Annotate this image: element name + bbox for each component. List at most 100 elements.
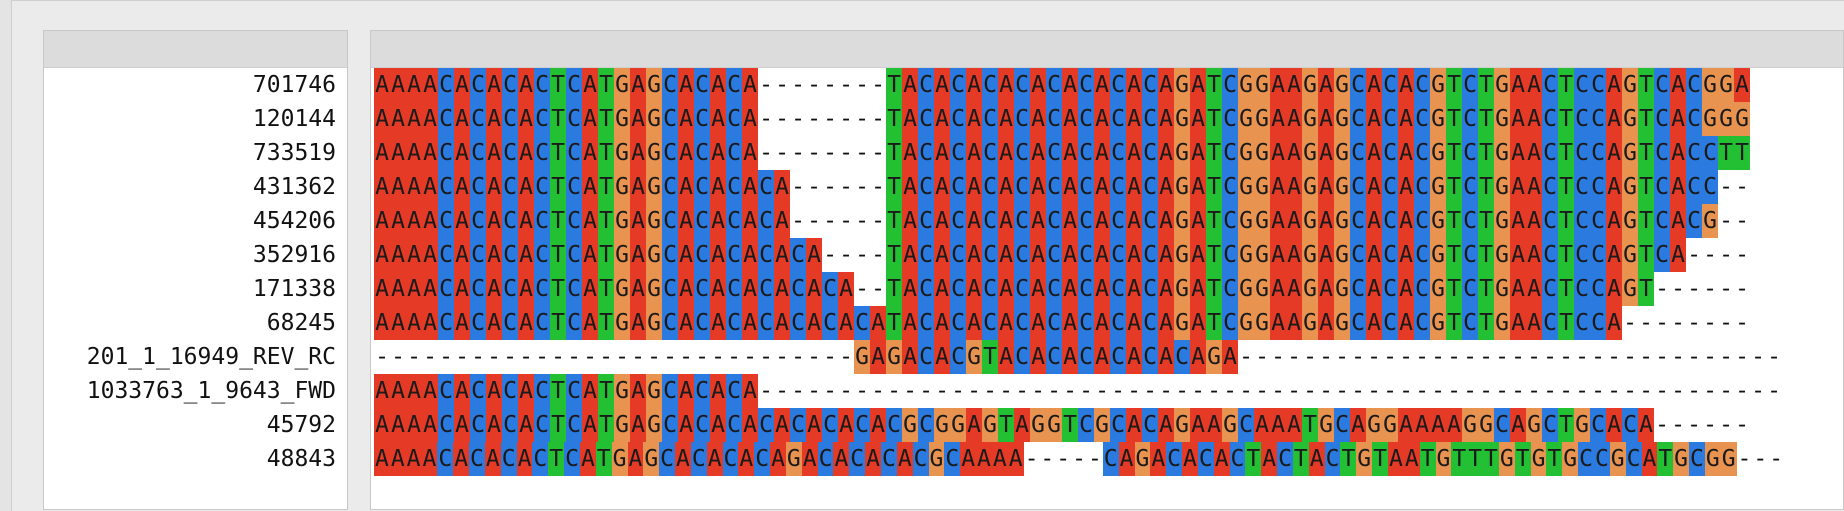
residue-cell: T <box>550 136 566 170</box>
sequence-name[interactable]: 431362 <box>44 170 347 204</box>
residue-cell: T <box>886 102 902 136</box>
gap-cell: - <box>1671 378 1685 404</box>
gap-cell: - <box>887 378 901 404</box>
residue-cell: T <box>1478 306 1494 340</box>
sequence-name[interactable]: 1033763_1_9643_FWD <box>44 374 347 408</box>
gap-cell: - <box>807 106 821 132</box>
gap-cell: - <box>775 106 789 132</box>
residue-cell: T <box>886 272 902 306</box>
residue-cell: C <box>438 68 454 102</box>
alignment-row: AAAACACACACTCATGAGCACACACA------TACACACA… <box>374 204 1784 238</box>
gap-cell: - <box>1655 344 1669 370</box>
alignment-rows[interactable]: AAAACACACACTCATGAGCACACA--------TACACACA… <box>374 68 1784 476</box>
sequence-name[interactable]: 454206 <box>44 204 347 238</box>
residue-cell: C <box>470 136 486 170</box>
gap-cell: - <box>1495 378 1509 404</box>
residue-cell: G <box>1302 68 1318 102</box>
sequence-name[interactable]: 733519 <box>44 136 347 170</box>
gap-cell: - <box>1687 310 1701 336</box>
residue-cell: C <box>662 170 678 204</box>
residue-cell: T <box>1206 204 1222 238</box>
residue-cell: G <box>1622 204 1638 238</box>
residue-cell: A <box>966 408 982 442</box>
residue-cell: G <box>1673 442 1690 476</box>
sequence-name[interactable]: 352916 <box>44 238 347 272</box>
residue-cell: C <box>1414 272 1430 306</box>
residue-cell: A <box>1670 102 1686 136</box>
residue-cell: A <box>998 102 1014 136</box>
residue-cell: C <box>1324 442 1341 476</box>
gap-cell: - <box>1415 378 1429 404</box>
residue-cell: C <box>470 238 486 272</box>
sequence-name[interactable]: 120144 <box>44 102 347 136</box>
residue-cell: C <box>502 204 518 238</box>
residue-cell: A <box>678 238 694 272</box>
gap-cell: - <box>1447 378 1461 404</box>
residue-cell: A <box>902 68 918 102</box>
gap-cell: - <box>823 378 837 404</box>
alignment-row: AAAACACACACTCATGAGCACACACACACACACGCGGAGT… <box>374 408 1784 442</box>
residue-cell: C <box>1542 204 1558 238</box>
residue-cell: A <box>774 170 790 204</box>
residue-cell: G <box>1174 272 1190 306</box>
residue-cell: C <box>1590 204 1606 238</box>
gap-cell: - <box>1591 344 1605 370</box>
residue-cell: C <box>438 272 454 306</box>
sequence-name[interactable]: 48843 <box>44 442 347 476</box>
residue-cell: T <box>1546 442 1563 476</box>
residue-cell: A <box>374 374 390 408</box>
residue-cell: G <box>1254 306 1270 340</box>
residue-cell: C <box>1014 306 1030 340</box>
gap-cell: - <box>871 72 885 98</box>
residue-cell: C <box>534 68 550 102</box>
gap-cell: - <box>1127 378 1141 404</box>
sequence-name[interactable]: 45792 <box>44 408 347 442</box>
residue-cell: C <box>500 442 517 476</box>
residue-cell: G <box>1254 136 1270 170</box>
gap-cell: - <box>791 106 805 132</box>
residue-cell: A <box>406 102 422 136</box>
residue-cell: C <box>758 272 774 306</box>
residue-cell: C <box>1542 170 1558 204</box>
residue-cell: A <box>1366 306 1382 340</box>
gap-cell: - <box>1719 310 1733 336</box>
residue-cell: T <box>1718 136 1734 170</box>
residue-cell: C <box>1110 204 1126 238</box>
residue-cell: C <box>438 204 454 238</box>
residue-cell: T <box>1478 136 1494 170</box>
residue-cell: C <box>694 272 710 306</box>
residue-cell: C <box>1654 204 1670 238</box>
alignment-panel[interactable]: AAAACACACACTCATGAGCACACA--------TACACACA… <box>370 30 1844 510</box>
residue-cell: C <box>758 408 774 442</box>
gap-cell: - <box>1431 344 1445 370</box>
gap-cell: - <box>1079 378 1093 404</box>
residue-cell: A <box>966 272 982 306</box>
residue-cell: A <box>1158 170 1174 204</box>
residue-cell: T <box>550 238 566 272</box>
gap-cell: - <box>567 344 581 370</box>
residue-cell: G <box>1366 408 1382 442</box>
residue-cell: A <box>742 204 758 238</box>
residue-cell: A <box>710 272 726 306</box>
residue-cell: T <box>886 238 902 272</box>
residue-cell: A <box>390 102 406 136</box>
residue-cell: A <box>1158 238 1174 272</box>
residue-cell: A <box>406 68 422 102</box>
gap-cell: - <box>1351 344 1365 370</box>
residue-cell: A <box>1318 204 1334 238</box>
sequence-name[interactable]: 201_1_16949_REV_RC <box>44 340 347 374</box>
residue-cell: A <box>742 68 758 102</box>
gap-cell: - <box>1367 344 1381 370</box>
residue-cell: G <box>1254 102 1270 136</box>
residue-cell: A <box>582 170 598 204</box>
residue-cell: C <box>1110 102 1126 136</box>
residue-cell: A <box>454 102 470 136</box>
residue-cell: A <box>390 374 406 408</box>
sequence-name[interactable]: 171338 <box>44 272 347 306</box>
sequence-name[interactable]: 68245 <box>44 306 347 340</box>
residue-cell: G <box>928 442 945 476</box>
residue-cell: A <box>486 204 502 238</box>
residue-cell: A <box>1526 170 1542 204</box>
residue-cell: C <box>1462 306 1478 340</box>
sequence-name[interactable]: 701746 <box>44 68 347 102</box>
